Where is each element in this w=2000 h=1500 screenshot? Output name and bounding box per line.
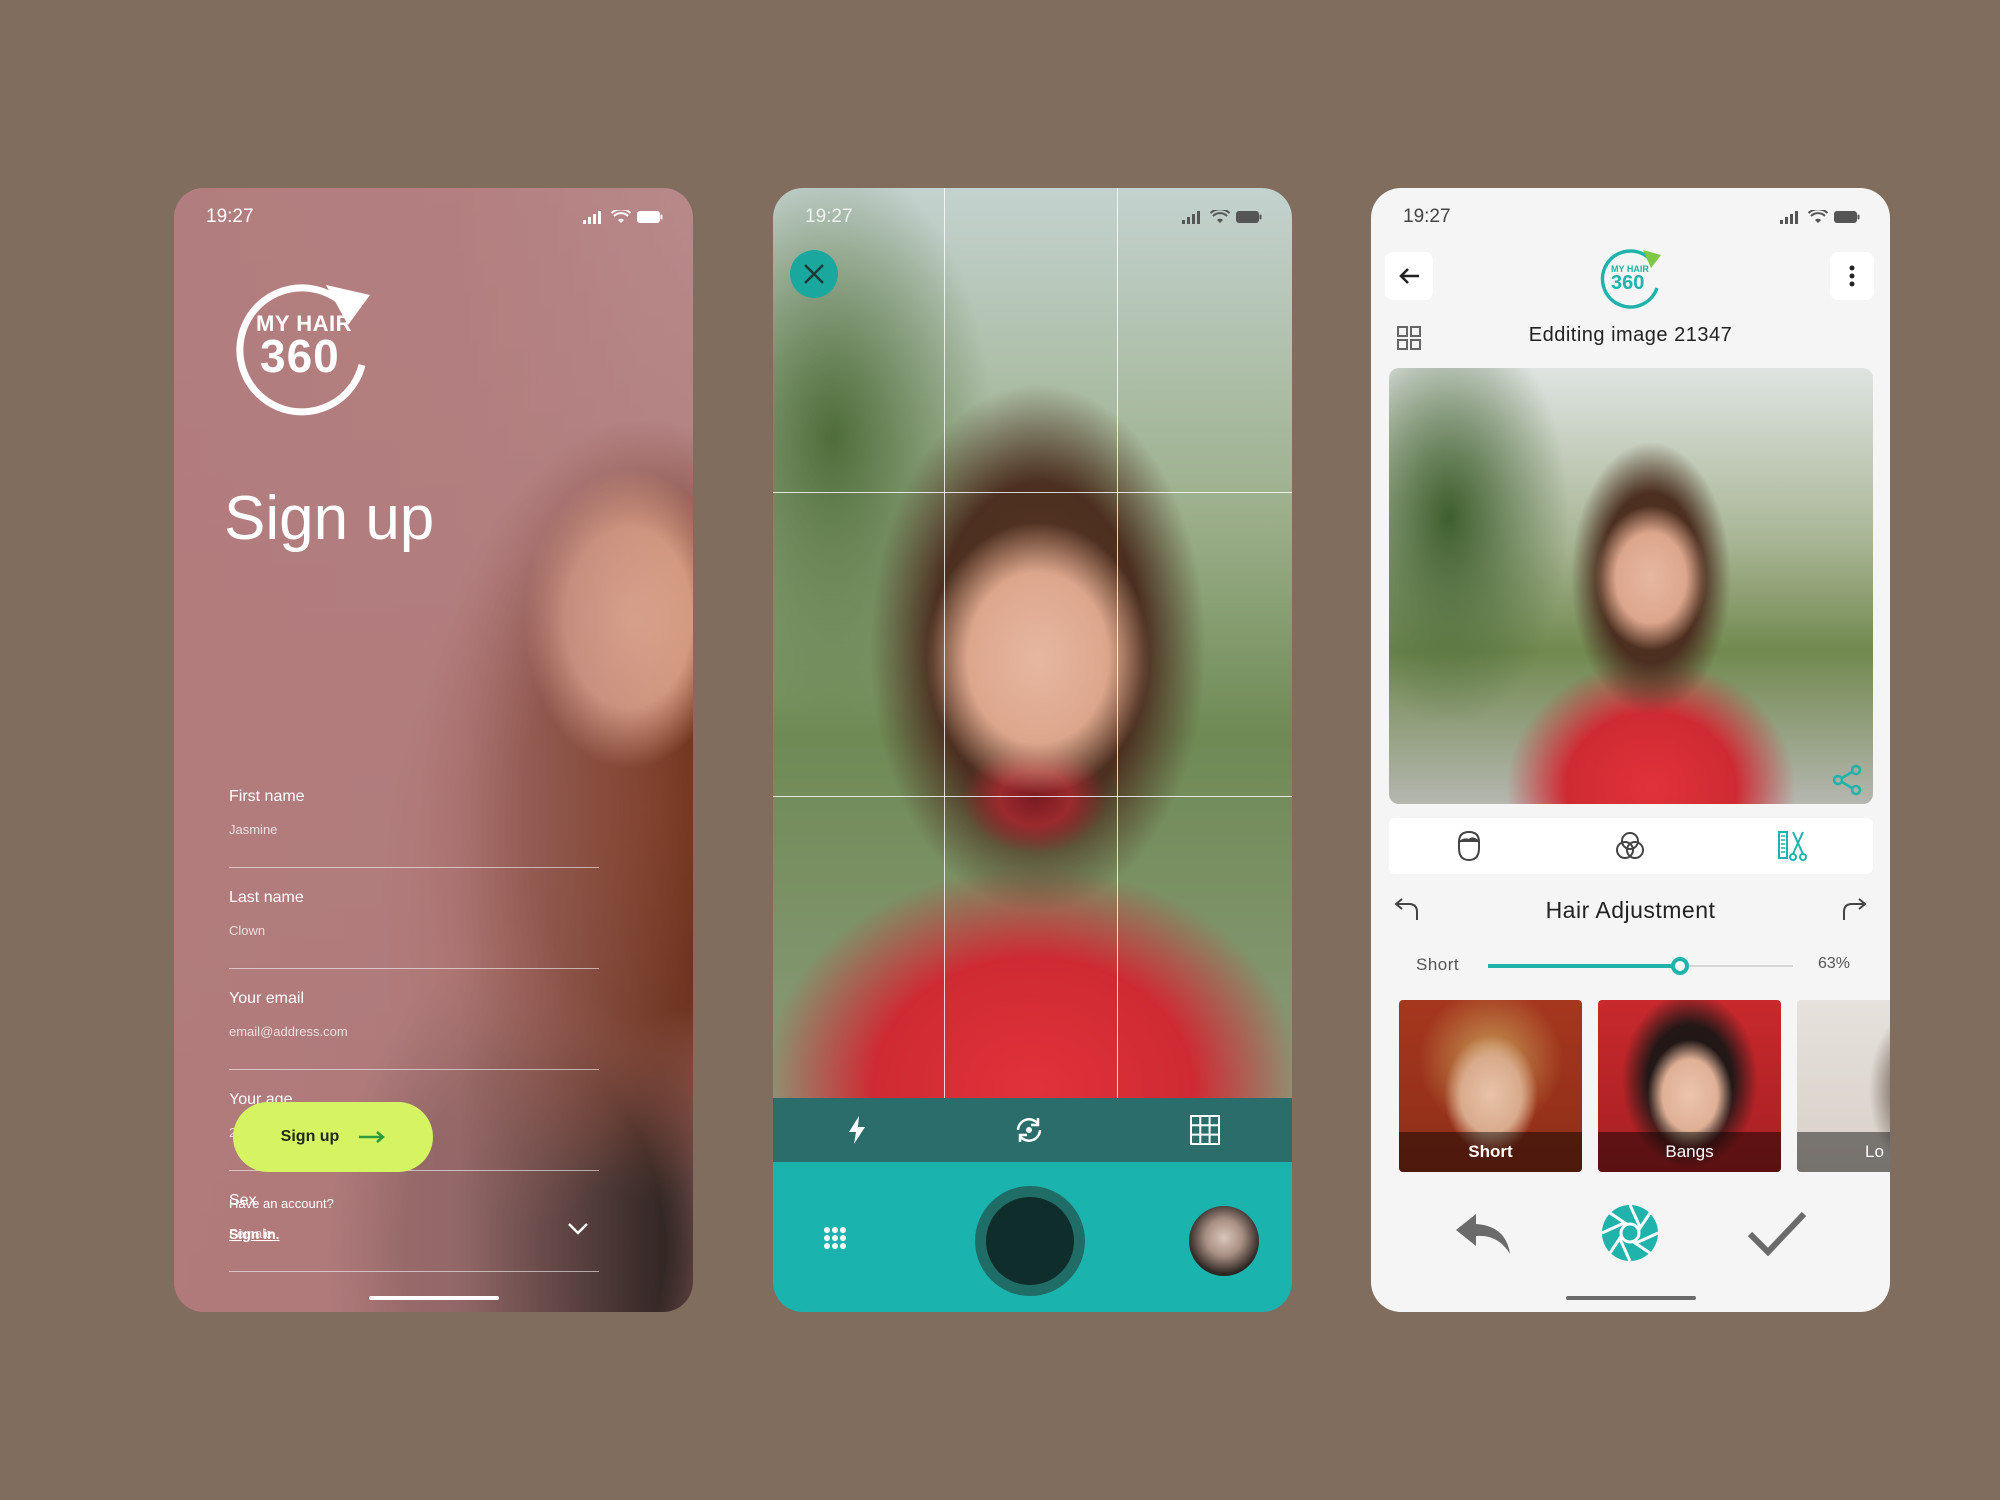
aperture-icon[interactable] <box>1600 1203 1660 1263</box>
last-name-field[interactable]: Last name Clown <box>229 889 599 969</box>
slider-value: 63% <box>1817 955 1850 972</box>
chevron-down-icon <box>568 1223 588 1235</box>
page-title: Sign up <box>224 484 435 553</box>
hair-tab-icon[interactable] <box>1455 830 1483 862</box>
hair-length-slider[interactable]: Short 63% <box>1416 953 1850 979</box>
signup-button[interactable]: Sign up <box>233 1102 433 1172</box>
status-time: 19:27 <box>1403 206 1451 227</box>
grid-line <box>773 796 1292 797</box>
hairstyle-option-bangs[interactable]: Bangs <box>1598 1000 1781 1172</box>
sign-in-link[interactable]: Sign in. <box>229 1226 280 1242</box>
signal-icon <box>583 211 601 224</box>
wifi-icon <box>611 210 631 223</box>
hairstyle-option-short[interactable]: Short <box>1399 1000 1582 1172</box>
cut-style-tab-icon[interactable] <box>1777 830 1808 862</box>
status-time: 19:27 <box>206 206 254 227</box>
camera-toolbar <box>773 1098 1292 1162</box>
slider-fill <box>1488 964 1681 968</box>
app-logo: MY HAIR 360 <box>230 273 380 423</box>
status-bar: 19:27 <box>773 188 1292 246</box>
signup-screen: 19:27 MY HAIR 360 Sign up First name Jas… <box>174 188 693 1312</box>
battery-icon <box>1834 211 1860 223</box>
editor-tool-tabs <box>1389 818 1873 874</box>
revert-icon[interactable] <box>1454 1210 1514 1256</box>
email-field[interactable]: Your email email@address.com <box>229 990 599 1070</box>
signal-icon <box>1182 211 1200 224</box>
hairstyle-option-long[interactable]: Lo <box>1797 1000 1890 1172</box>
app-logo: MY HAIR 360 <box>1599 246 1665 312</box>
back-button[interactable] <box>1385 252 1433 300</box>
camera-controls <box>773 1162 1292 1312</box>
arrow-left-icon <box>1399 268 1419 284</box>
share-icon[interactable] <box>1831 764 1863 796</box>
home-indicator <box>1565 1296 1696 1300</box>
more-options-button[interactable] <box>1830 252 1874 300</box>
grid-line <box>773 492 1292 493</box>
have-account-text: Have an account? <box>229 1196 334 1211</box>
adjustment-header: Hair Adjustment <box>1391 890 1870 930</box>
edited-photo <box>1389 368 1873 804</box>
wifi-icon <box>1210 210 1230 223</box>
home-indicator <box>368 1296 499 1300</box>
battery-icon <box>1236 211 1262 223</box>
grid-line <box>944 188 945 1098</box>
rotate-camera-icon[interactable] <box>1013 1114 1045 1146</box>
editor-screen: 19:27 MY HAIR 360 Edditing image 21347 H… <box>1371 188 1890 1312</box>
hairstyle-carousel: Short Bangs Lo <box>1399 1000 1890 1172</box>
grid-icon[interactable] <box>1189 1115 1220 1145</box>
arrow-right-icon <box>359 1131 386 1143</box>
status-time: 19:27 <box>805 206 853 227</box>
status-bar: 19:27 <box>174 188 693 246</box>
shutter-button[interactable] <box>975 1186 1085 1296</box>
wifi-icon <box>1808 210 1828 223</box>
flash-icon[interactable] <box>846 1115 868 1145</box>
editor-actions <box>1371 1198 1890 1268</box>
status-bar: 19:27 <box>1371 188 1890 246</box>
signal-icon <box>1780 211 1798 224</box>
gallery-grid-icon[interactable] <box>823 1226 847 1250</box>
first-name-field[interactable]: First name Jasmine <box>229 788 599 868</box>
camera-preview <box>773 188 1292 1098</box>
avatar[interactable] <box>1189 1206 1259 1276</box>
undo-icon[interactable] <box>1391 898 1419 922</box>
more-vertical-icon <box>1849 265 1855 287</box>
close-button[interactable] <box>790 250 838 298</box>
slider-label: Short <box>1416 955 1460 974</box>
redo-icon[interactable] <box>1842 898 1870 922</box>
check-icon[interactable] <box>1747 1210 1807 1256</box>
section-title: Hair Adjustment <box>1545 896 1716 923</box>
page-title: Edditing image 21347 <box>1528 324 1733 346</box>
slider-track[interactable] <box>1488 957 1793 975</box>
close-icon <box>804 264 824 284</box>
slider-handle[interactable] <box>1671 957 1690 975</box>
battery-icon <box>637 211 663 223</box>
color-filter-tab-icon[interactable] <box>1614 830 1646 862</box>
grid-line <box>1117 188 1118 1098</box>
camera-screen: 19:27 <box>773 188 1292 1312</box>
